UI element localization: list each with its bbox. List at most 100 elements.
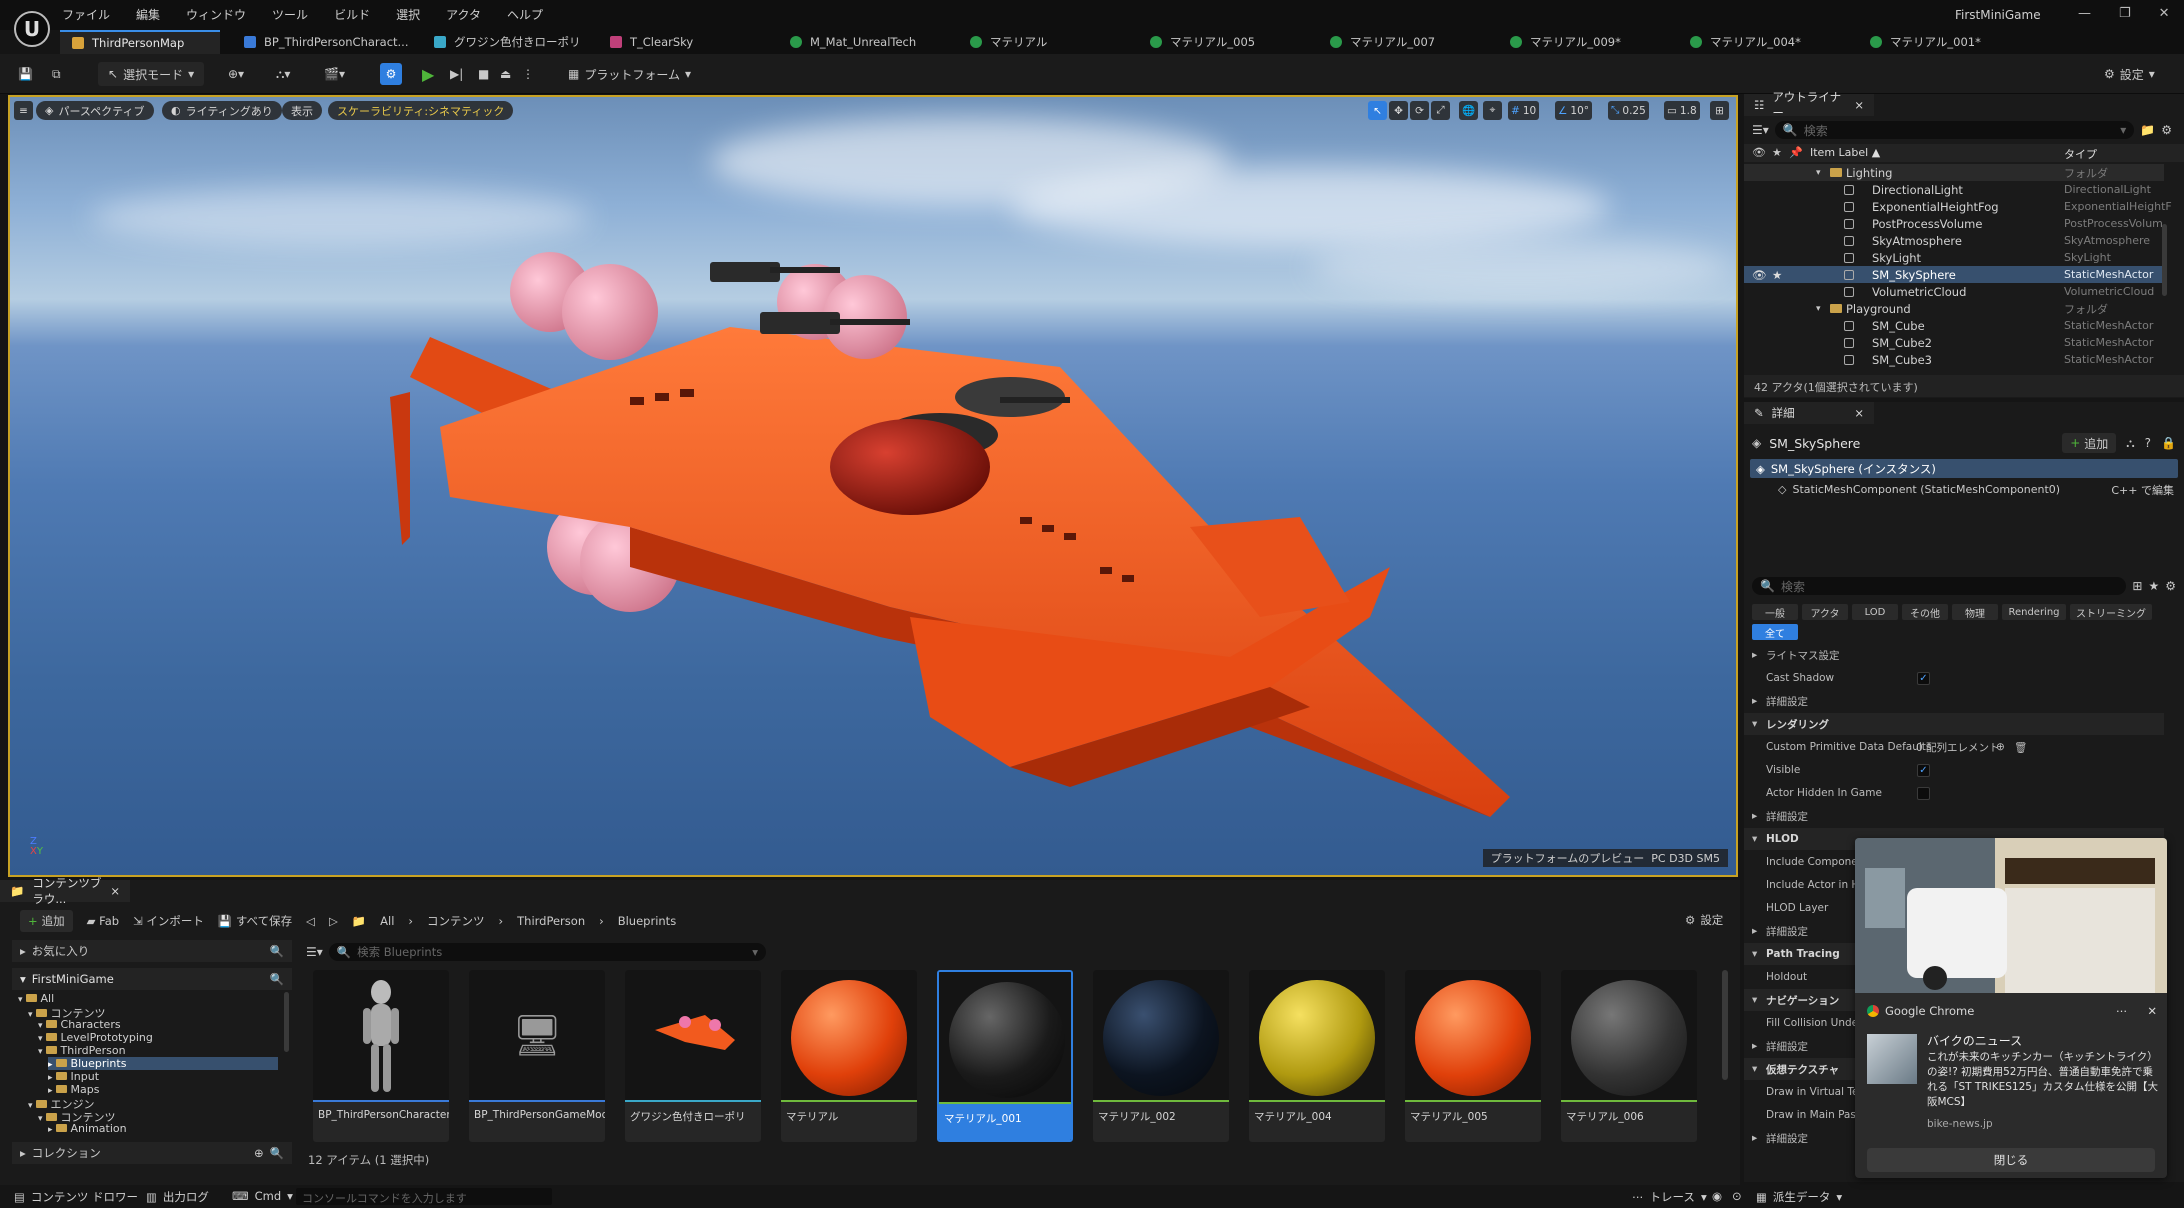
outliner-row[interactable]: VolumetricCloud VolumetricCloud <box>1744 283 2164 300</box>
lighting-mode-button[interactable]: ◐ ライティングあり <box>162 101 282 120</box>
tab-material[interactable]: マテリアル <box>958 30 1059 54</box>
filter-general[interactable]: 一般 <box>1752 604 1798 620</box>
tab-material-005[interactable]: マテリアル_005 <box>1138 30 1267 54</box>
column-type[interactable]: タイプ <box>2064 146 2097 162</box>
pin-icon[interactable]: 📌 <box>1789 146 1803 159</box>
add-folder-icon[interactable]: 📁 <box>2140 123 2155 137</box>
menu-tools[interactable]: ツール <box>272 6 308 23</box>
breadcrumb-thirdperson[interactable]: ThirdPerson <box>517 914 585 928</box>
show-button[interactable]: 表示 <box>282 101 322 120</box>
add-asset-button[interactable]: + 追加 <box>20 910 73 932</box>
tab-bp-thirdpersoncharacter[interactable]: BP_ThirdPersonCharact... <box>232 30 421 54</box>
spaceship-model[interactable] <box>10 97 1736 875</box>
folder-tree-item[interactable]: ▾ LevelPrototyping <box>38 1031 153 1044</box>
surface-snap-icon[interactable]: ⌖ <box>1483 101 1502 120</box>
filter-physics[interactable]: 物理 <box>1952 604 1998 620</box>
outliner-row[interactable]: PostProcessVolume PostProcessVolum <box>1744 215 2164 232</box>
camera-speed-button[interactable]: ▭ 1.8 <box>1664 101 1700 120</box>
content-settings-button[interactable]: ⚙ 設定 <box>1685 912 1723 928</box>
filter-other[interactable]: その他 <box>1902 604 1948 620</box>
viewport-layout-icon[interactable]: ⊞ <box>1710 101 1729 120</box>
content-drawer-button[interactable]: ▤ コンテンツ ドロワー <box>14 1189 138 1205</box>
move-tool-icon[interactable]: ✥ <box>1389 101 1408 120</box>
cpp-edit-link[interactable]: C++ で編集 <box>2111 482 2178 498</box>
perspective-button[interactable]: ◈ パースペクティブ <box>36 101 154 120</box>
details-search-input[interactable]: 🔍 検索 <box>1752 577 2127 595</box>
outliner-row[interactable]: DirectionalLight DirectionalLight <box>1744 181 2164 198</box>
collections-header[interactable]: ▸ コレクション ⊕ 🔍 <box>12 1142 292 1164</box>
tab-material-004[interactable]: マテリアル_004* <box>1678 30 1813 54</box>
derived-data-button[interactable]: ▦ 派生データ ▾ <box>1756 1189 1842 1205</box>
menu-file[interactable]: ファイル <box>62 6 110 23</box>
help-icon[interactable]: ? <box>2145 436 2151 450</box>
record-icon[interactable]: ◉ <box>1712 1189 1722 1203</box>
tab-t-clearsky[interactable]: T_ClearSky <box>598 30 705 54</box>
details-subsection[interactable]: ▸ ライトマス設定 <box>1744 644 2164 666</box>
outliner-row[interactable]: ExponentialHeightFog ExponentialHeightF <box>1744 198 2172 215</box>
outliner-scrollbar[interactable] <box>2162 224 2167 296</box>
tab-gwazine-lowpoly[interactable]: グワジン色付きローポリ <box>422 30 593 54</box>
outliner-row[interactable]: 👁 ★ SM_SkySphere StaticMeshActor <box>1744 266 2164 283</box>
search-icon[interactable]: 🔍 <box>270 1146 284 1160</box>
blueprint-icon[interactable]: ⛬ <box>2126 436 2134 451</box>
table-view-icon[interactable]: ⊞ <box>2132 579 2142 593</box>
forward-icon[interactable]: ▷ <box>329 914 338 928</box>
outliner-tab[interactable]: ☷ アウトライナー × <box>1744 90 1874 120</box>
eye-icon[interactable]: 👁 <box>1752 268 1767 282</box>
back-icon[interactable]: ◁ <box>306 914 315 928</box>
tree-scrollbar[interactable] <box>284 992 289 1052</box>
close-icon[interactable]: × <box>1854 406 1864 420</box>
breadcrumb-blueprints[interactable]: Blueprints <box>618 914 676 928</box>
close-icon[interactable]: ✕ <box>2147 1004 2157 1018</box>
import-button[interactable]: ⇲ インポート <box>133 913 204 929</box>
add-actor-button[interactable]: ⊕▾ <box>228 62 244 86</box>
camera-icon[interactable]: ⊙ <box>1732 1189 1742 1203</box>
asset-tile[interactable]: マテリアル_002 <box>1093 970 1229 1142</box>
close-icon[interactable]: ✕ <box>2159 6 2170 21</box>
filter-icon[interactable]: ☰▾ <box>306 945 323 959</box>
asset-search-input[interactable]: 🔍 検索 Blueprints ▾ <box>328 943 766 961</box>
unreal-logo-icon[interactable]: U <box>14 11 50 47</box>
console-command-input[interactable]: コンソールコマンドを入力します <box>296 1188 552 1205</box>
property-checkbox[interactable]: ✓ <box>1917 763 1930 777</box>
search-icon[interactable]: 🔍 <box>270 944 284 958</box>
details-subsection[interactable]: ▸ 詳細設定 <box>1744 805 2164 827</box>
tab-material-001[interactable]: マテリアル_001* <box>1858 30 1993 54</box>
outliner-row[interactable]: SkyLight SkyLight <box>1744 249 2164 266</box>
eye-icon[interactable]: 👁 <box>1752 146 1766 159</box>
filter-streaming[interactable]: ストリーミング <box>2070 604 2152 620</box>
column-item-label[interactable]: Item Label ▲ <box>1810 146 1880 159</box>
star-icon[interactable]: ★ <box>1772 268 1782 282</box>
search-icon[interactable]: 🔍 <box>270 972 284 986</box>
component-row[interactable]: ◇ StaticMeshComponent (StaticMeshComponen… <box>1750 480 2178 499</box>
level-viewport[interactable]: ≡ ◈ パースペクティブ ◐ ライティングあり 表示 スケーラビリティ:シネマティッ… <box>8 95 1738 877</box>
property-checkbox[interactable]: ✓ <box>1917 671 1930 685</box>
outliner-row[interactable]: SM_Cube3 StaticMeshActor <box>1744 351 2164 368</box>
grid-snap-button[interactable]: #10 <box>1508 101 1540 120</box>
star-icon[interactable]: ★ <box>2148 579 2159 593</box>
details-tab[interactable]: ✎ 詳細 × <box>1744 402 1874 424</box>
save-icon[interactable]: 💾 <box>18 62 33 86</box>
folder-tree-item[interactable]: ▾ Characters <box>38 1018 121 1031</box>
add-component-button[interactable]: + 追加 <box>2062 433 2117 453</box>
outliner-row[interactable]: SM_Cube2 StaticMeshActor <box>1744 334 2164 351</box>
cinematics-button[interactable]: 🎬▾ <box>324 62 345 86</box>
filter-actor[interactable]: アクタ <box>1802 604 1848 620</box>
filter-rendering[interactable]: Rendering <box>2002 604 2066 620</box>
trace-button[interactable]: ⋯ トレース ▾ <box>1632 1189 1707 1205</box>
menu-actor[interactable]: アクタ <box>446 6 481 23</box>
asset-tile[interactable]: マテリアル_004 <box>1249 970 1385 1142</box>
filter-lod[interactable]: LOD <box>1852 604 1898 620</box>
component-instance-row[interactable]: ◈ SM_SkySphere (インスタンス) <box>1750 459 2178 478</box>
lock-icon[interactable]: 🔒 <box>2161 436 2176 450</box>
gear-icon[interactable]: ⚙ <box>2165 579 2176 593</box>
stop-button[interactable]: ■ <box>478 62 489 86</box>
tab-material-009[interactable]: マテリアル_009* <box>1498 30 1633 54</box>
asset-tile[interactable]: マテリアル_005 <box>1405 970 1541 1142</box>
world-space-icon[interactable]: 🌐 <box>1459 101 1479 120</box>
scalability-button[interactable]: スケーラビリティ:シネマティック <box>328 101 514 120</box>
folder-tree-item[interactable]: ▾ All <box>18 992 54 1005</box>
source-control-icon[interactable]: ⧉ <box>52 62 61 86</box>
breadcrumb-content[interactable]: コンテンツ <box>427 913 485 929</box>
menu-help[interactable]: ヘルプ <box>507 6 543 23</box>
